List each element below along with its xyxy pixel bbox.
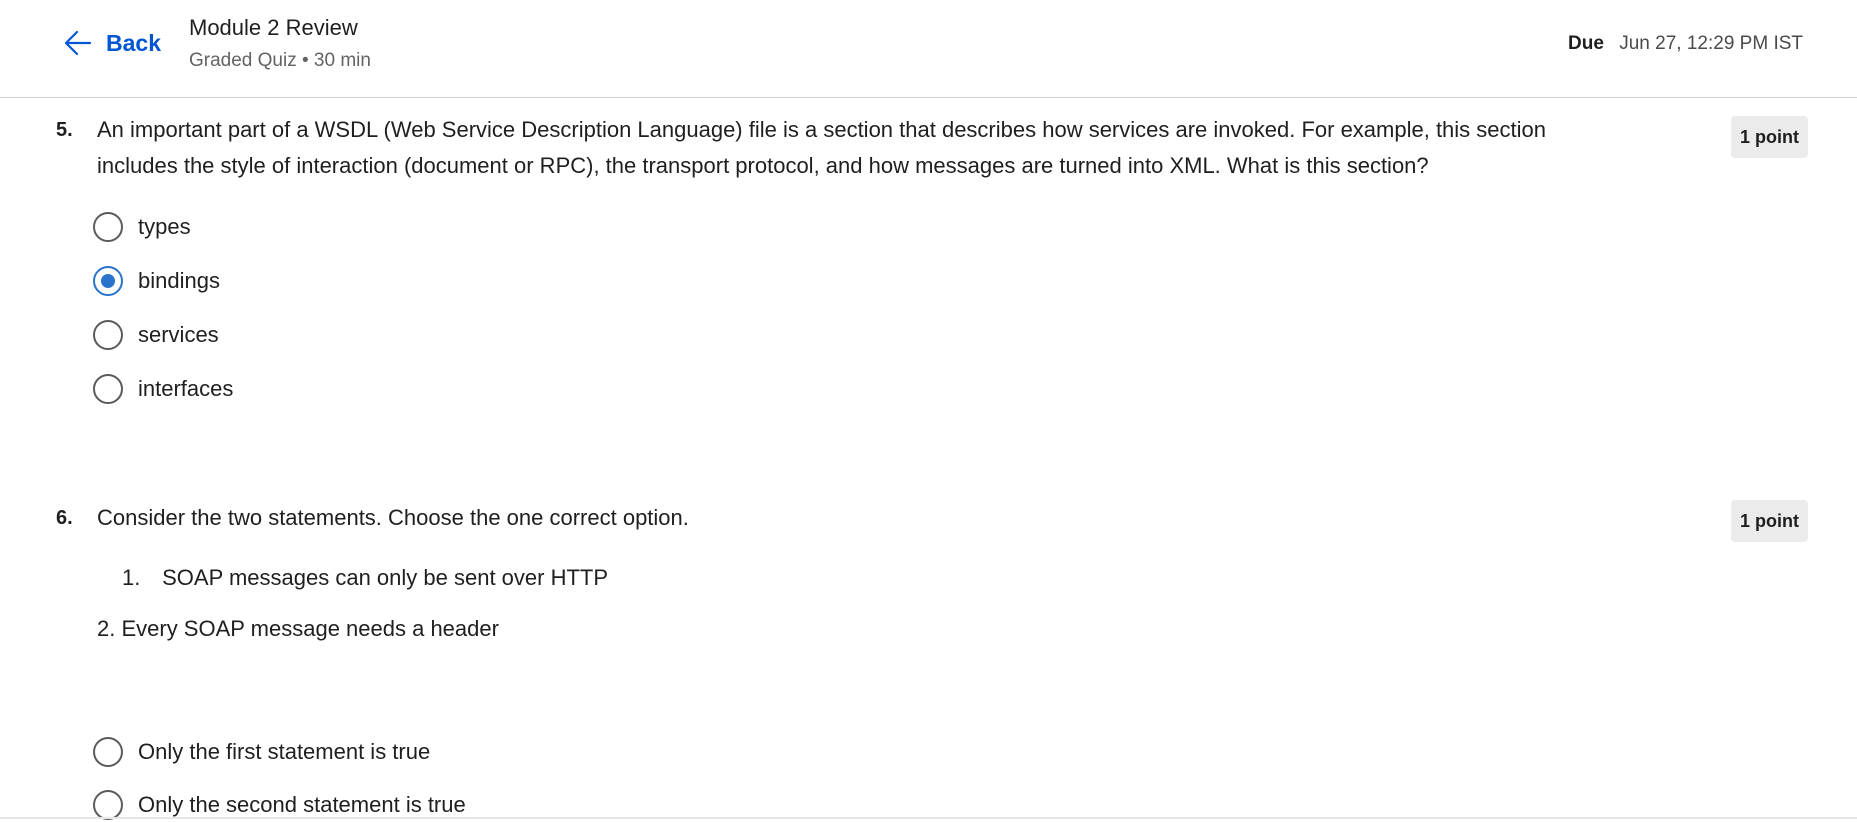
quiz-meta: Graded Quiz • 30 min	[189, 50, 371, 71]
arrow-left-icon	[64, 30, 92, 56]
due-value: Jun 27, 12:29 PM IST	[1619, 33, 1803, 54]
statement-text: 2. Every SOAP message needs a header	[97, 616, 499, 641]
option-label: bindings	[138, 268, 220, 293]
radio-button[interactable]	[93, 212, 123, 242]
points-badge: 1 point	[1731, 116, 1808, 158]
question-number: 6.	[56, 507, 73, 529]
option-label: types	[138, 214, 191, 239]
question-number: 5.	[56, 119, 73, 141]
back-button[interactable]: Back	[64, 24, 161, 62]
option-interfaces[interactable]: interfaces	[93, 372, 233, 406]
radio-button[interactable]	[93, 320, 123, 350]
back-label: Back	[106, 29, 161, 56]
option-label: services	[138, 322, 219, 347]
option-types[interactable]: types	[93, 210, 191, 244]
due-date: Due Jun 27, 12:29 PM IST	[1568, 31, 1803, 57]
points-badge: 1 point	[1731, 500, 1808, 542]
quiz-header: Back Module 2 Review Graded Quiz • 30 mi…	[0, 0, 1857, 98]
due-label: Due	[1568, 33, 1604, 54]
option-services[interactable]: services	[93, 318, 219, 352]
question-text: Consider the two statements. Choose the …	[97, 505, 689, 530]
statement-1: 1. SOAP messages can only be sent over H…	[122, 563, 608, 593]
option-only-first-true[interactable]: Only the first statement is true	[93, 735, 430, 769]
option-label: Only the second statement is true	[138, 792, 466, 817]
statement-2: 2. Every SOAP message needs a header	[97, 614, 499, 644]
quiz-title-block: Module 2 Review Graded Quiz • 30 min	[189, 14, 371, 74]
radio-button-selected[interactable]	[93, 266, 123, 296]
radio-button[interactable]	[93, 737, 123, 767]
option-label: Only the first statement is true	[138, 739, 431, 764]
question-text: An important part of a WSDL (Web Service…	[97, 117, 1547, 178]
page-title: Module 2 Review	[189, 15, 358, 40]
statement-text: SOAP messages can only be sent over HTTP	[162, 565, 609, 590]
option-bindings[interactable]: bindings	[93, 264, 220, 298]
statement-number: 1.	[122, 565, 141, 590]
radio-button[interactable]	[93, 790, 123, 820]
option-label: interfaces	[138, 376, 234, 401]
radio-button[interactable]	[93, 374, 123, 404]
